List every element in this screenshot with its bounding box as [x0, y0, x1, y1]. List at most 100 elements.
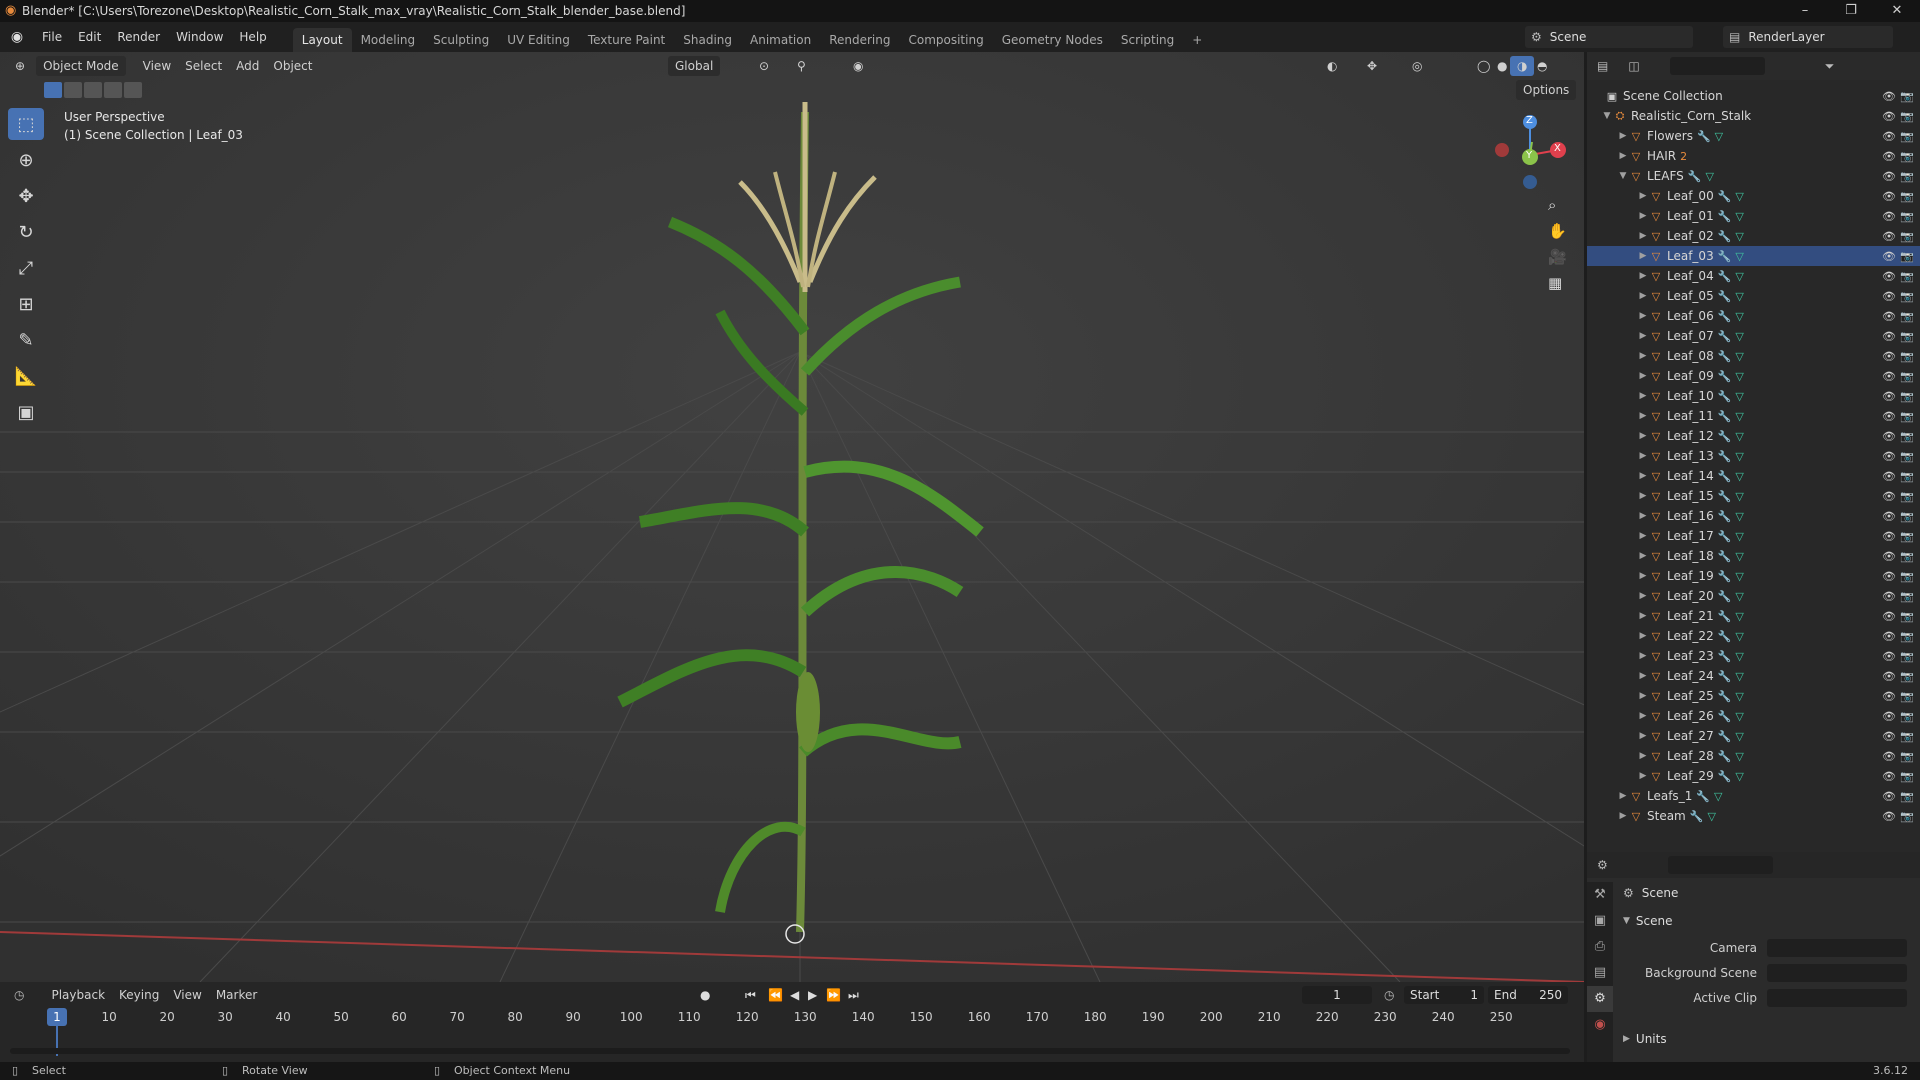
mesh-data-icon[interactable]: ▽ — [1706, 170, 1714, 183]
visibility-eye-icon[interactable]: 👁 — [1882, 770, 1896, 783]
select-invert-icon[interactable] — [104, 82, 122, 98]
select-intersect-icon[interactable] — [124, 82, 142, 98]
render-camera-icon[interactable]: 📷 — [1900, 130, 1914, 143]
visibility-eye-icon[interactable]: 👁 — [1882, 430, 1896, 443]
expand-right-icon[interactable]: ▶ — [1637, 251, 1649, 261]
visibility-eye-icon[interactable]: 👁 — [1882, 150, 1896, 163]
mesh-data-icon[interactable]: ▽ — [1715, 130, 1723, 143]
visibility-eye-icon[interactable]: 👁 — [1882, 510, 1896, 523]
tab-shading[interactable]: Shading — [674, 28, 741, 52]
outliner-search-input[interactable] — [1669, 57, 1765, 75]
add-workspace-button[interactable]: + — [1183, 28, 1211, 52]
mesh-data-icon[interactable]: ▽ — [1735, 550, 1743, 563]
modifier-wrench-icon[interactable]: 🔧 — [1718, 470, 1732, 483]
visibility-eye-icon[interactable]: 👁 — [1882, 710, 1896, 723]
outliner-leaf-item[interactable]: ▶ ▽ Leaf_22 🔧 ▽ 👁 📷 — [1587, 626, 1920, 646]
expand-right-icon[interactable]: ▶ — [1637, 191, 1649, 201]
render-camera-icon[interactable]: 📷 — [1900, 670, 1914, 683]
tab-layout[interactable]: Layout — [292, 28, 352, 52]
tab-modeling[interactable]: Modeling — [352, 28, 425, 52]
expand-right-icon[interactable]: ▶ — [1637, 691, 1649, 701]
visibility-eye-icon[interactable]: 👁 — [1882, 350, 1896, 363]
expand-right-icon[interactable]: ▶ — [1637, 711, 1649, 721]
units-panel-header[interactable]: ▶ Units — [1623, 1032, 1667, 1046]
render-camera-icon[interactable]: 📷 — [1900, 610, 1914, 623]
mesh-data-icon[interactable]: ▽ — [1735, 650, 1743, 663]
outliner-leaf-item[interactable]: ▶ ▽ Leaf_17 🔧 ▽ 👁 📷 — [1587, 526, 1920, 546]
outliner-leaf-item[interactable]: ▶ ▽ Leaf_18 🔧 ▽ 👁 📷 — [1587, 546, 1920, 566]
modifier-wrench-icon[interactable]: 🔧 — [1718, 450, 1732, 463]
visibility-eye-icon[interactable]: 👁 — [1882, 690, 1896, 703]
render-camera-icon[interactable]: 📷 — [1900, 90, 1914, 103]
mesh-data-icon[interactable]: ▽ — [1735, 450, 1743, 463]
outliner-leaf-item[interactable]: ▶ ▽ Leaf_16 🔧 ▽ 👁 📷 — [1587, 506, 1920, 526]
visibility-eye-icon[interactable]: 👁 — [1882, 230, 1896, 243]
visibility-eye-icon[interactable]: 👁 — [1882, 210, 1896, 223]
tab-texture-paint[interactable]: Texture Paint — [579, 28, 674, 52]
visibility-eye-icon[interactable]: 👁 — [1882, 530, 1896, 543]
expand-right-icon[interactable]: ▶ — [1637, 771, 1649, 781]
render-camera-icon[interactable]: 📷 — [1900, 630, 1914, 643]
outliner-leaf-item[interactable]: ▶ ▽ Leaf_14 🔧 ▽ 👁 📷 — [1587, 466, 1920, 486]
mesh-data-icon[interactable]: ▽ — [1735, 430, 1743, 443]
modifier-wrench-icon[interactable]: 🔧 — [1718, 310, 1732, 323]
visibility-eye-icon[interactable]: 👁 — [1882, 310, 1896, 323]
outliner-leaf-item[interactable]: ▶ ▽ Leaf_26 🔧 ▽ 👁 📷 — [1587, 706, 1920, 726]
render-camera-icon[interactable]: 📷 — [1900, 590, 1914, 603]
outliner-leaf-item[interactable]: ▶ ▽ Leaf_07 🔧 ▽ 👁 📷 — [1587, 326, 1920, 346]
expand-right-icon[interactable]: ▶ — [1637, 211, 1649, 221]
modifier-wrench-icon[interactable]: 🔧 — [1718, 650, 1732, 663]
render-camera-icon[interactable]: 📷 — [1900, 390, 1914, 403]
menu-help[interactable]: Help — [231, 22, 274, 52]
visibility-eye-icon[interactable]: 👁 — [1882, 630, 1896, 643]
visibility-eye-icon[interactable]: 👁 — [1882, 470, 1896, 483]
expand-right-icon[interactable]: ▶ — [1637, 651, 1649, 661]
render-camera-icon[interactable]: 📷 — [1900, 150, 1914, 163]
transform-icon[interactable]: ⊞ — [8, 288, 44, 320]
render-camera-icon[interactable]: 📷 — [1900, 650, 1914, 663]
output-tab-icon[interactable]: ⎙ — [1587, 934, 1613, 960]
outliner-collection[interactable]: ▼ ⛭ Realistic_Corn_Stalk 👁 📷 — [1587, 106, 1920, 126]
expand-right-icon[interactable]: ▶ — [1637, 511, 1649, 521]
world-tab-icon[interactable]: ◉ — [1587, 1012, 1613, 1038]
render-camera-icon[interactable]: 📷 — [1900, 190, 1914, 203]
options-dropdown[interactable]: Options — [1516, 80, 1577, 100]
outliner-leaf-item[interactable]: ▶ ▽ Leaf_10 🔧 ▽ 👁 📷 — [1587, 386, 1920, 406]
outliner-leaf-item[interactable]: ▶ ▽ Leaf_24 🔧 ▽ 👁 📷 — [1587, 666, 1920, 686]
expand-right-icon[interactable]: ▶ — [1617, 791, 1629, 801]
modifier-wrench-icon[interactable]: 🔧 — [1718, 690, 1732, 703]
editor-type-icon[interactable]: ⊕ — [8, 56, 32, 76]
mesh-data-icon[interactable]: ▽ — [1735, 490, 1743, 503]
outliner-leaf-item[interactable]: ▶ ▽ Leaf_02 🔧 ▽ 👁 📷 — [1587, 226, 1920, 246]
modifier-wrench-icon[interactable]: 🔧 — [1718, 670, 1732, 683]
scene-panel-header[interactable]: ▼ Scene — [1623, 914, 1673, 928]
expand-right-icon[interactable]: ▶ — [1637, 591, 1649, 601]
mesh-data-icon[interactable]: ▽ — [1735, 570, 1743, 583]
render-camera-icon[interactable]: 📷 — [1900, 270, 1914, 283]
tool-tab-icon[interactable]: ⚒ — [1587, 882, 1613, 908]
mesh-data-icon[interactable]: ▽ — [1735, 590, 1743, 603]
view-layer-tab-icon[interactable]: ▤ — [1587, 960, 1613, 986]
outliner-leaf-item[interactable]: ▶ ▽ Leaf_03 🔧 ▽ 👁 📷 — [1587, 246, 1920, 266]
modifier-wrench-icon[interactable]: 🔧 — [1718, 490, 1732, 503]
modifier-wrench-icon[interactable]: 🔧 — [1718, 350, 1732, 363]
outliner-item[interactable]: ▶ ▽ Leafs_1 🔧 ▽ 👁 📷 — [1587, 786, 1920, 806]
modifier-wrench-icon[interactable]: 🔧 — [1718, 390, 1732, 403]
rendered-shading-icon[interactable]: ◓ — [1530, 56, 1554, 76]
mesh-data-icon[interactable]: ▽ — [1735, 330, 1743, 343]
mesh-data-icon[interactable]: ▽ — [1735, 290, 1743, 303]
transform-orientation-dropdown[interactable]: Global — [668, 56, 721, 76]
visibility-eye-icon[interactable]: 👁 — [1882, 670, 1896, 683]
select-box-icon[interactable]: ⬚ — [8, 108, 44, 140]
expand-right-icon[interactable]: ▶ — [1617, 131, 1629, 141]
visibility-eye-icon[interactable]: 👁 — [1882, 390, 1896, 403]
render-camera-icon[interactable]: 📷 — [1900, 730, 1914, 743]
expand-right-icon[interactable]: ▶ — [1637, 671, 1649, 681]
expand-right-icon[interactable]: ▶ — [1637, 611, 1649, 621]
outliner-leaf-item[interactable]: ▶ ▽ Leaf_23 🔧 ▽ 👁 📷 — [1587, 646, 1920, 666]
visibility-eye-icon[interactable]: 👁 — [1882, 250, 1896, 263]
outliner-leaf-item[interactable]: ▶ ▽ Leaf_08 🔧 ▽ 👁 📷 — [1587, 346, 1920, 366]
expand-right-icon[interactable]: ▶ — [1637, 271, 1649, 281]
annotate-icon[interactable]: ✎ — [8, 324, 44, 356]
timeline-scrollbar[interactable] — [10, 1048, 1570, 1054]
